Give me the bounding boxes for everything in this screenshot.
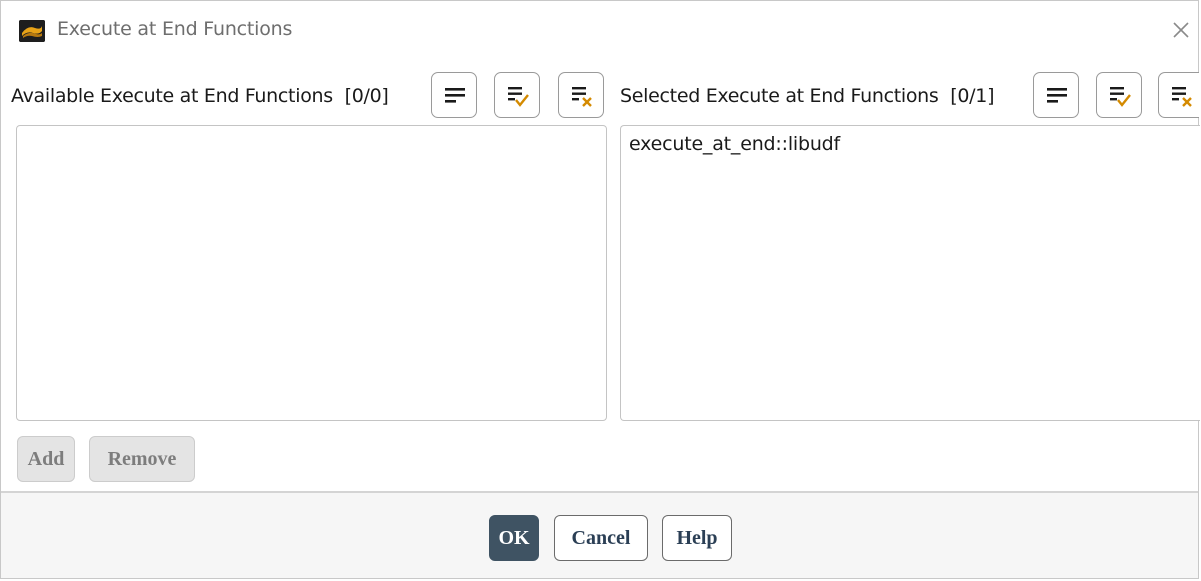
available-count: [0/0] (344, 85, 389, 107)
close-icon (1173, 22, 1189, 38)
add-button[interactable]: Add (17, 436, 75, 482)
available-select-all-button[interactable] (494, 72, 540, 118)
list-all-icon (445, 88, 465, 103)
available-deselect-all-button[interactable] (558, 72, 604, 118)
selected-select-all-button[interactable] (1096, 72, 1142, 118)
fluent-app-icon (19, 20, 45, 42)
dialog-window: Execute at End Functions Available Execu… (0, 0, 1200, 579)
remove-button[interactable]: Remove (89, 436, 195, 482)
selected-list-all-button[interactable] (1033, 72, 1079, 118)
window-title: Execute at End Functions (57, 18, 293, 40)
selected-functions-label: Selected Execute at End Functions [0/1] (620, 85, 994, 107)
selected-deselect-all-button[interactable] (1158, 72, 1199, 118)
list-item[interactable]: execute_at_end::libudf (621, 126, 1200, 162)
close-button[interactable] (1168, 15, 1194, 43)
selected-functions-list[interactable]: execute_at_end::libudf (620, 125, 1200, 421)
help-button[interactable]: Help (662, 515, 732, 561)
cancel-button[interactable]: Cancel (554, 515, 648, 561)
available-label-text: Available Execute at End Functions (11, 85, 333, 107)
title-bar[interactable]: Execute at End Functions (1, 1, 1198, 59)
select-all-icon (1110, 87, 1131, 107)
selected-count: [0/1] (950, 85, 995, 107)
list-all-icon (1047, 88, 1067, 103)
available-functions-list[interactable] (16, 125, 607, 421)
available-list-all-button[interactable] (431, 72, 477, 118)
ok-button[interactable]: OK (489, 515, 539, 561)
available-functions-label: Available Execute at End Functions [0/0] (11, 85, 389, 107)
select-all-icon (508, 87, 529, 107)
selected-label-text: Selected Execute at End Functions (620, 85, 939, 107)
deselect-all-icon (572, 87, 592, 107)
deselect-all-icon (1172, 87, 1192, 107)
